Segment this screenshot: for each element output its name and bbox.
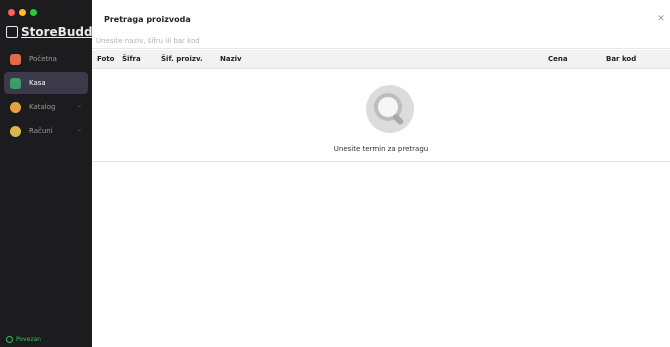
- column-foto: Foto: [97, 55, 115, 63]
- connection-status: Povezan: [6, 336, 41, 343]
- connected-icon: [6, 336, 13, 343]
- sidebar-item-katalog[interactable]: Katalog ⌄: [4, 96, 88, 118]
- sidebar-item-racuni[interactable]: Računi ⌄: [4, 120, 88, 142]
- minimize-window-button[interactable]: [19, 9, 26, 16]
- close-icon[interactable]: ✕: [656, 14, 666, 24]
- column-bar-kod: Bar kod: [606, 55, 637, 63]
- sidebar-item-label: Računi: [29, 127, 53, 135]
- window-controls: [8, 9, 37, 16]
- register-icon: [10, 77, 21, 89]
- sidebar-item-label: Kasa: [29, 79, 46, 87]
- shopping-bag-icon: [6, 26, 18, 38]
- sidebar-item-label: Katalog: [29, 103, 56, 111]
- product-search-panel: Pretraga proizvoda ✕ Foto Šifra Šif. pro…: [92, 0, 670, 347]
- page-title: Pretraga proizvoda: [104, 15, 191, 24]
- sidebar: StoreBuddy Početna Kasa Katalog ⌄ Računi…: [0, 0, 100, 347]
- app-window: StoreBuddy Početna Kasa Katalog ⌄ Računi…: [0, 0, 670, 347]
- empty-state-text: Unesite termin za pretragu: [333, 145, 429, 153]
- column-naziv: Naziv: [220, 55, 242, 63]
- sidebar-item-label: Početna: [29, 55, 57, 63]
- search-magnifier-icon: [366, 85, 414, 133]
- close-window-button[interactable]: [8, 9, 15, 16]
- brand-logo: StoreBuddy: [6, 25, 100, 39]
- table-header: Foto Šifra Šif. proizv. Naziv Cena Bar k…: [92, 50, 670, 69]
- column-sifra: Šifra: [122, 55, 141, 63]
- empty-state: Unesite termin za pretragu: [92, 69, 670, 162]
- sidebar-item-kasa[interactable]: Kasa: [4, 72, 88, 94]
- search-input[interactable]: [96, 36, 656, 46]
- column-sif-proizv: Šif. proizv.: [161, 55, 203, 63]
- status-text: Povezan: [16, 336, 41, 343]
- catalog-icon: [10, 101, 21, 113]
- app-name: StoreBuddy: [21, 25, 101, 39]
- search-bar: [92, 34, 670, 49]
- home-icon: [10, 53, 21, 65]
- column-cena: Cena: [548, 55, 568, 63]
- sidebar-nav: Početna Kasa Katalog ⌄ Računi ⌄: [4, 48, 88, 144]
- sidebar-item-pocetna[interactable]: Početna: [4, 48, 88, 70]
- receipts-icon: [10, 125, 21, 137]
- chevron-down-icon[interactable]: ⌄: [77, 102, 84, 109]
- maximize-window-button[interactable]: [30, 9, 37, 16]
- chevron-down-icon[interactable]: ⌄: [77, 126, 84, 133]
